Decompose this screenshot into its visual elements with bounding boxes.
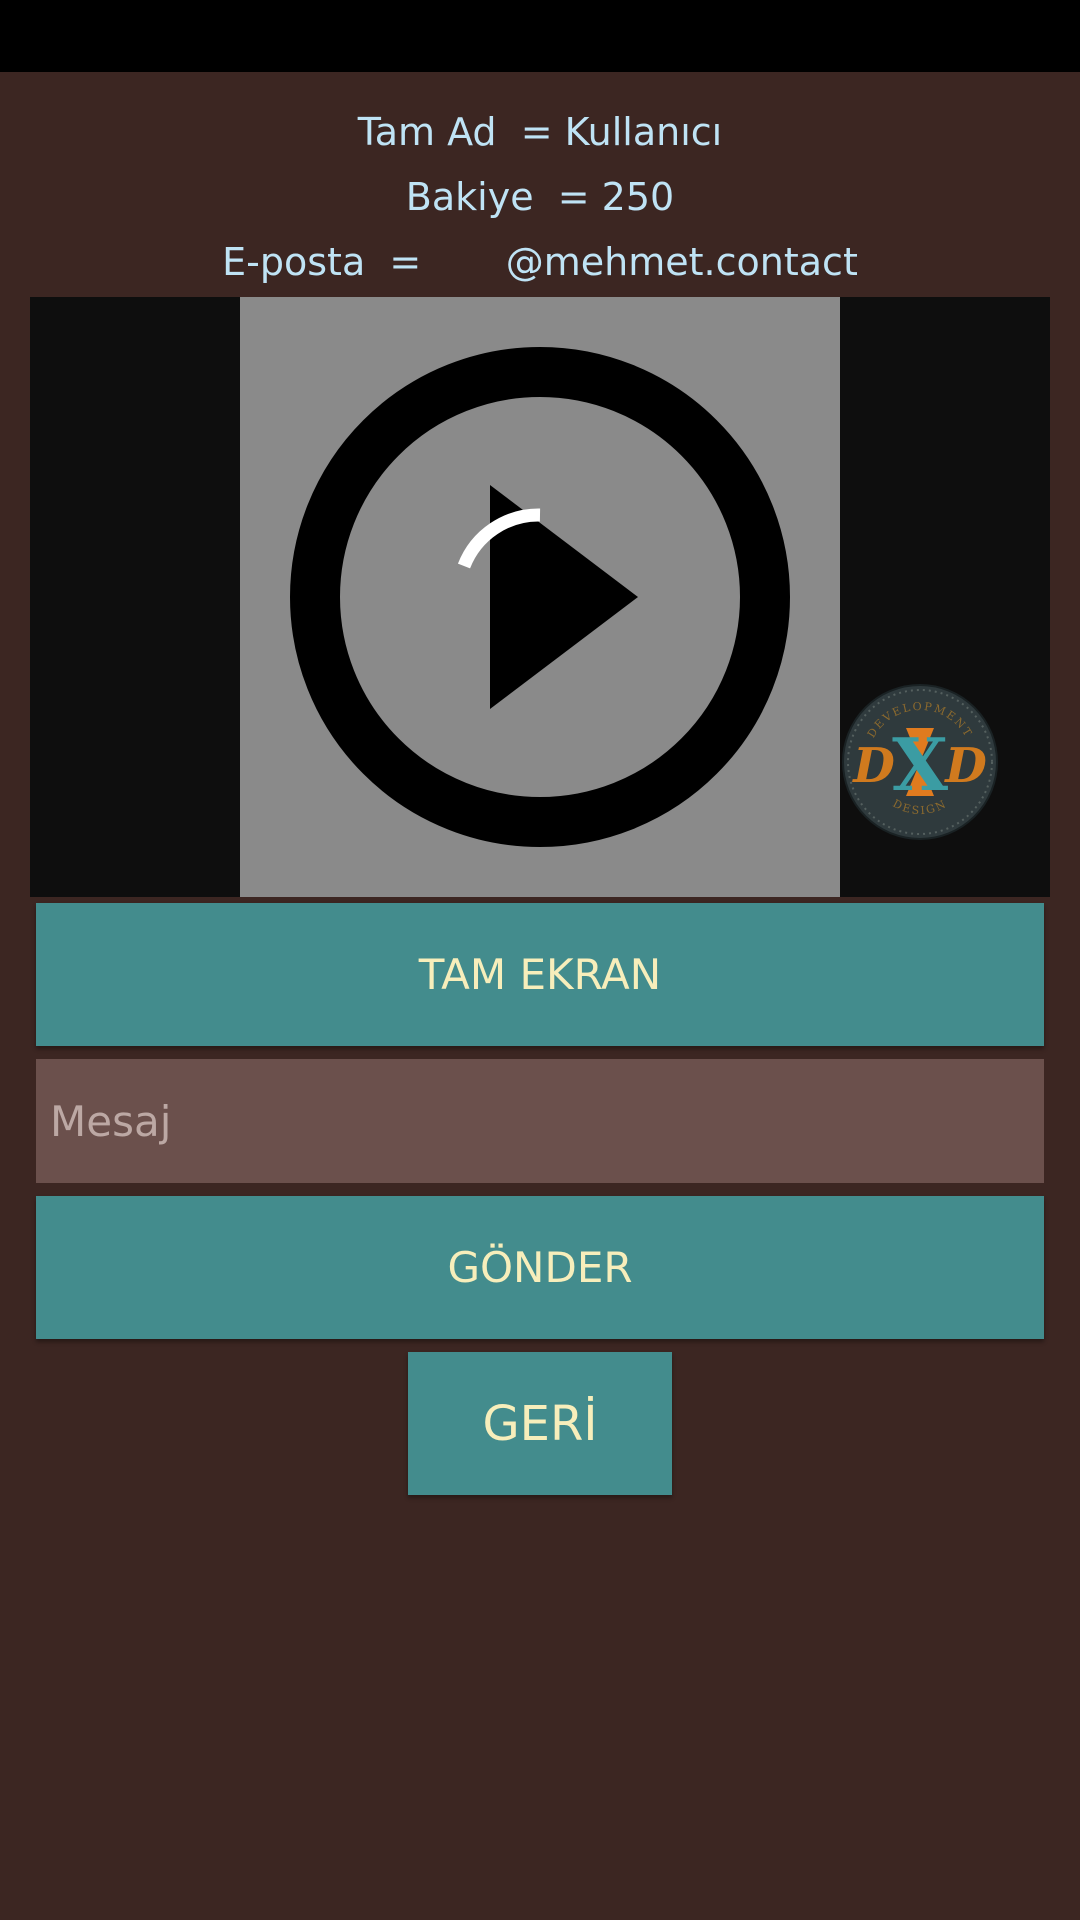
svg-text:D: D	[851, 738, 895, 794]
play-circle-icon[interactable]	[240, 297, 840, 897]
back-button[interactable]: GERİ	[408, 1352, 672, 1495]
send-button[interactable]: GÖNDER	[36, 1196, 1044, 1339]
full-name-label: Tam Ad = Kullanıcı	[357, 110, 723, 154]
fullscreen-button[interactable]: TAM EKRAN	[36, 903, 1044, 1046]
svg-text:X: X	[892, 722, 948, 807]
video-thumbnail[interactable]	[240, 297, 840, 897]
status-bar	[0, 0, 1080, 72]
email-label: E-posta = @mehmet.contact	[222, 240, 858, 284]
message-input[interactable]	[36, 1059, 1044, 1183]
dxd-logo-watermark: DEVELOPMENT DESIGN X D D	[840, 682, 1000, 842]
video-player[interactable]: DEVELOPMENT DESIGN X D D	[30, 297, 1050, 897]
svg-text:D: D	[943, 738, 987, 794]
balance-label: Bakiye = 250	[405, 175, 675, 219]
